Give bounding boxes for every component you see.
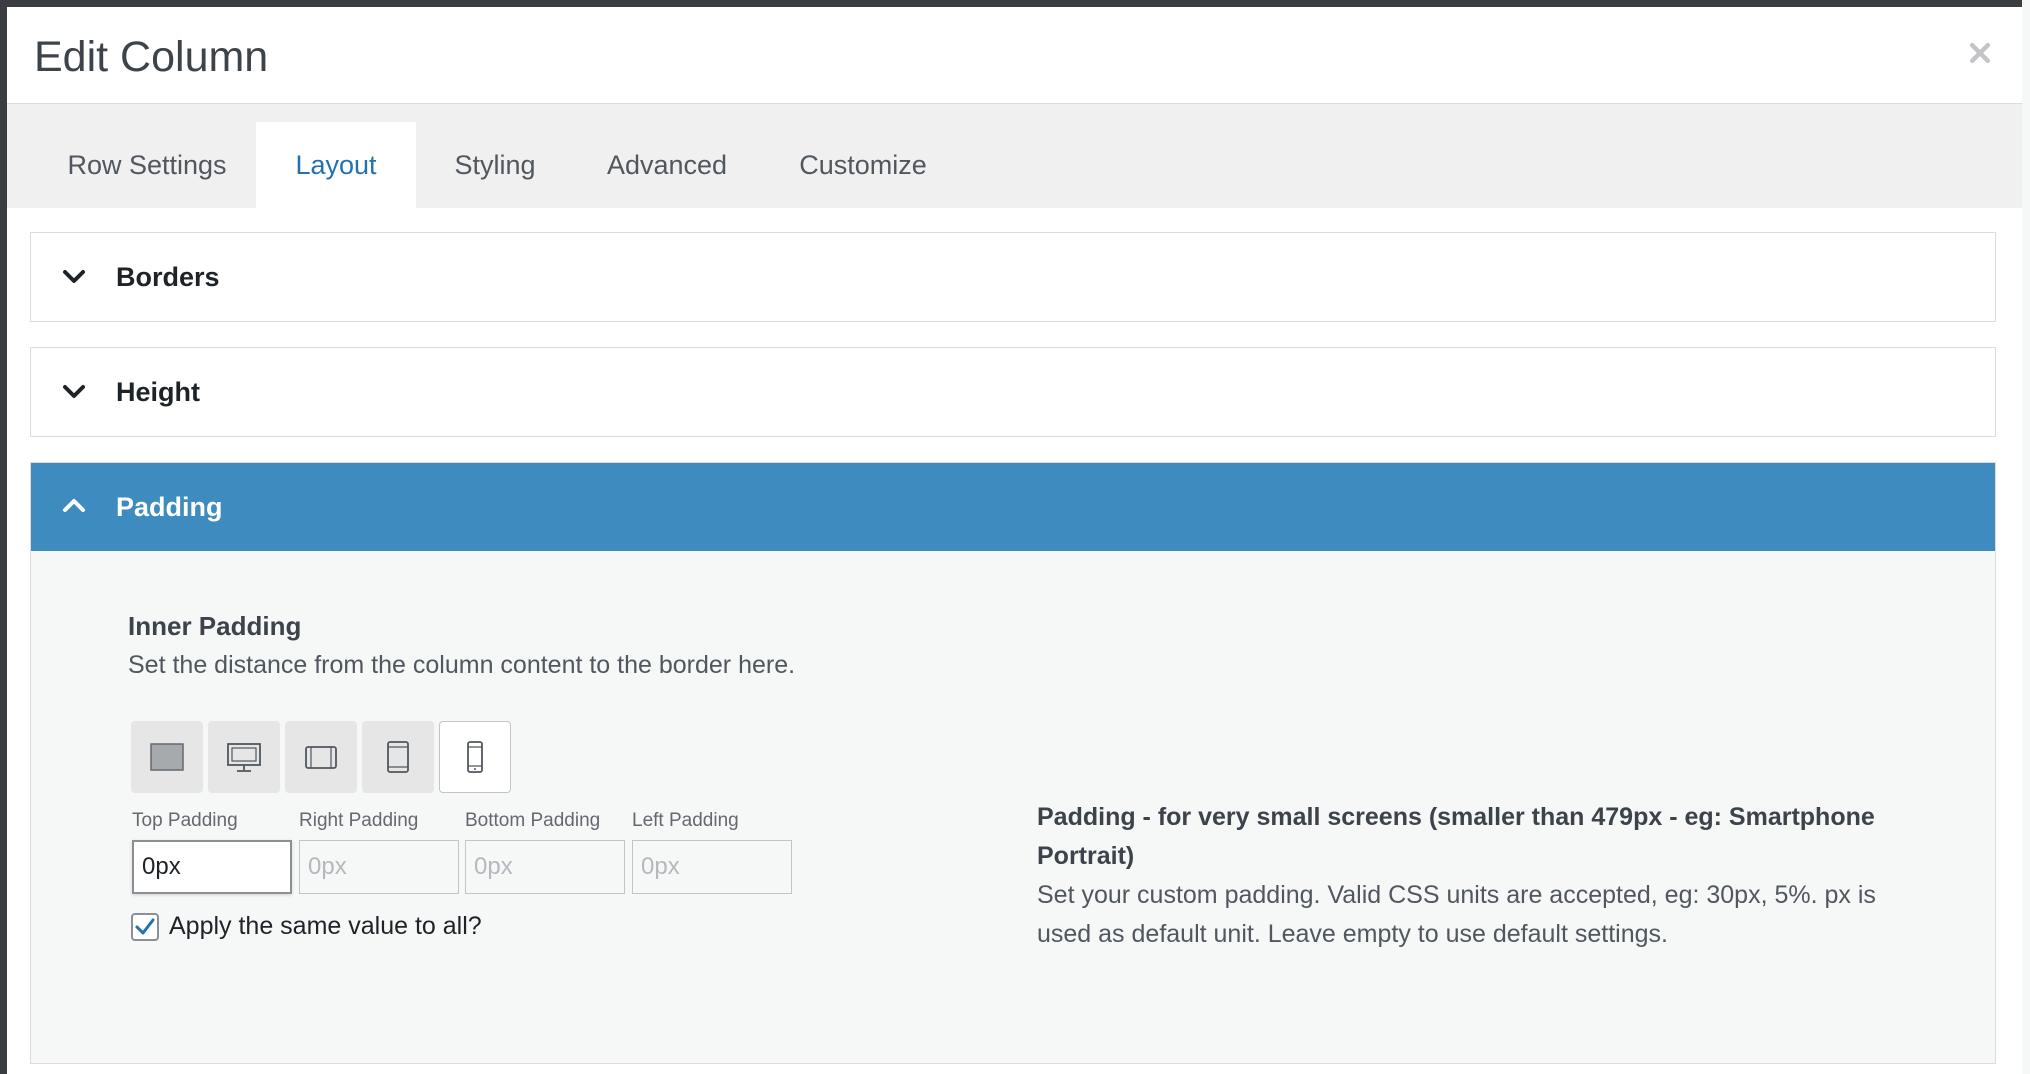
padding-panel: Inner Padding Set the distance from the … [31, 551, 1995, 1063]
monitor-icon [227, 743, 261, 772]
section-padding: Padding Inner Padding Set the distance f… [30, 462, 1996, 1064]
section-height-label: Height [116, 376, 200, 407]
modal-header: Edit Column [7, 7, 2022, 104]
bottom-padding-input[interactable] [465, 840, 625, 894]
tab-customize[interactable]: Customize [771, 122, 955, 208]
section-borders-label: Borders [116, 261, 220, 292]
tab-bar: Row Settings Layout Styling Advanced Cus… [7, 122, 2022, 208]
modal-title: Edit Column [34, 33, 269, 81]
left-padding-label: Left Padding [632, 810, 739, 831]
chevron-up-icon [63, 499, 85, 512]
top-padding-input[interactable] [132, 840, 292, 894]
left-padding-input[interactable] [632, 840, 792, 894]
inner-padding-title: Inner Padding [128, 611, 302, 641]
apply-all-checkbox[interactable] [131, 912, 159, 941]
right-padding-label: Right Padding [299, 810, 419, 831]
tablet-portrait-icon [387, 741, 409, 773]
padding-help: Padding - for very small screens (smalle… [1037, 798, 1917, 954]
apply-all-label: Apply the same value to all? [169, 912, 482, 940]
device-tablet-portrait-button[interactable] [362, 721, 434, 793]
device-monitor-button[interactable] [208, 721, 280, 793]
smartphone-icon [467, 741, 483, 773]
chevron-down-icon [63, 385, 85, 398]
tab-row-settings[interactable]: Row Settings [37, 122, 257, 208]
section-padding-label: Padding [116, 491, 223, 522]
edit-column-modal: Edit Column Row Settings Layout Styling … [7, 7, 2022, 1074]
device-smartphone-button[interactable] [439, 721, 511, 793]
backdrop [2022, 0, 2030, 1074]
desktop-wide-icon [150, 743, 184, 771]
close-button[interactable] [1960, 33, 2000, 73]
section-borders: Borders [30, 232, 1996, 322]
top-padding-label: Top Padding [132, 810, 238, 831]
section-padding-toggle[interactable]: Padding [31, 463, 1995, 551]
apply-all-row: Apply the same value to all? [131, 912, 482, 941]
device-desktop-wide-button[interactable] [131, 721, 203, 793]
tab-content: Borders Height Padding Inner Padding Set… [7, 208, 2022, 1074]
chevron-down-icon [63, 270, 85, 283]
section-height-toggle[interactable]: Height [31, 348, 1995, 436]
section-borders-toggle[interactable]: Borders [31, 233, 1995, 321]
close-icon [1969, 42, 1991, 64]
section-height: Height [30, 347, 1996, 437]
tab-styling[interactable]: Styling [427, 122, 563, 208]
padding-help-text: Set your custom padding. Valid CSS units… [1037, 881, 1876, 948]
device-tablet-landscape-button[interactable] [285, 721, 357, 793]
bottom-padding-label: Bottom Padding [465, 810, 601, 831]
checkmark-icon [135, 918, 155, 934]
right-padding-input[interactable] [299, 840, 459, 894]
tablet-landscape-icon [305, 746, 337, 769]
tab-layout[interactable]: Layout [256, 122, 416, 208]
tab-advanced[interactable]: Advanced [579, 122, 755, 208]
inner-padding-description: Set the distance from the column content… [128, 651, 796, 679]
padding-help-title: Padding - for very small screens (smalle… [1037, 803, 1875, 870]
